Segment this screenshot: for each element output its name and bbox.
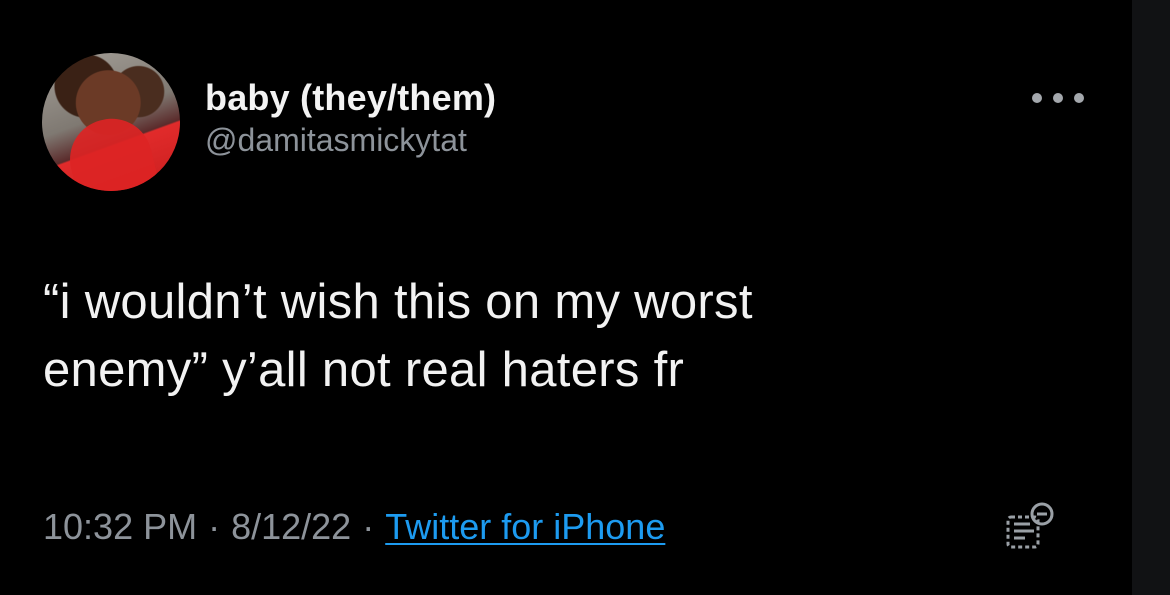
right-edge-strip — [1132, 0, 1170, 595]
author-handle[interactable]: @damitasmickytat — [205, 121, 855, 159]
metadata-separator: · — [208, 506, 221, 547]
metadata-separator: · — [362, 506, 375, 547]
tweet-source-link[interactable]: Twitter for iPhone — [385, 503, 665, 551]
tweet-metadata: 10:32 PM · 8/12/22 · Twitter for iPhone — [43, 503, 665, 551]
more-dot-icon — [1074, 93, 1084, 103]
tweet-date[interactable]: 8/12/22 — [231, 503, 351, 551]
tweet-card: baby (they/them) @damitasmickytat “i wou… — [0, 0, 1170, 595]
more-dot-icon — [1032, 93, 1042, 103]
avatar[interactable] — [42, 53, 180, 191]
tweet-text: “i wouldn’t wish this on my worst enemy”… — [43, 275, 753, 397]
more-dot-icon — [1053, 93, 1063, 103]
author-display-name[interactable]: baby (they/them) — [205, 77, 855, 119]
tweet-author: baby (they/them) @damitasmickytat — [205, 77, 855, 159]
more-horizontal-icon[interactable] — [1032, 90, 1084, 106]
tweet-time[interactable]: 10:32 PM — [43, 503, 197, 551]
tweet-analytics-icon[interactable] — [1000, 501, 1058, 555]
